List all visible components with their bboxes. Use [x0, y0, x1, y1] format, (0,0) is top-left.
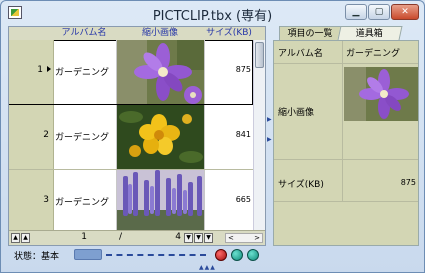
column-divider	[342, 41, 343, 201]
tab-toolbox-label: 道具箱	[356, 29, 384, 39]
next-page-button[interactable]: ▼	[184, 233, 193, 243]
yellow-hypericum-image	[117, 105, 204, 169]
detail-label-thumbnail: 縮小画像	[278, 108, 315, 118]
record-pager: ▲ ▲ 1 / 4 ▼ ▼ ▼ < >	[9, 230, 265, 245]
row-number-cell[interactable]: 3	[9, 170, 54, 234]
splitter-arrow-icon[interactable]: ▶	[267, 136, 272, 143]
row-number-cell[interactable]: 2	[9, 105, 54, 169]
scroll-right-icon[interactable]: >	[254, 234, 260, 242]
divider	[274, 201, 418, 202]
detail-label-album-name: アルバム名	[278, 49, 323, 59]
progress-dashes	[106, 254, 206, 256]
list-vertical-scrollbar[interactable]	[253, 40, 265, 230]
green-circle-icon[interactable]	[231, 249, 243, 261]
status-bar: 状態：基本	[8, 247, 419, 263]
current-page-field[interactable]: 1	[31, 232, 87, 242]
close-icon: ✕	[401, 7, 409, 17]
last-page-button[interactable]: ▼	[204, 233, 213, 243]
row-number-cell[interactable]: 1	[9, 40, 54, 104]
divider	[274, 63, 418, 64]
close-button[interactable]: ✕	[391, 4, 419, 20]
divider	[274, 159, 418, 160]
first-page-button[interactable]: ▲	[11, 233, 20, 243]
album-name-cell[interactable]: ガーデニング	[55, 195, 109, 208]
scrollbar-thumb[interactable]	[255, 42, 264, 68]
row-number: 1	[37, 65, 43, 75]
thumbnail-cell[interactable]	[116, 40, 205, 104]
size-cell[interactable]: 875	[205, 65, 251, 74]
row-number: 2	[43, 130, 49, 140]
splitter-arrow-icon[interactable]: ▶	[267, 116, 272, 123]
column-header-album-name[interactable]: アルバム名	[53, 27, 115, 40]
maximize-icon: ▢	[374, 7, 384, 17]
record-red-icon[interactable]	[215, 249, 227, 261]
minimize-icon: ▁	[352, 7, 360, 17]
detail-pane: 項目の一覧 道具箱 アルバム名 ガーデニング 縮小画像 サイズ(KB) 875	[273, 26, 419, 246]
column-header-size[interactable]: サイズ(KB)	[204, 27, 254, 40]
maximize-button[interactable]: ▢	[368, 4, 390, 20]
album-name-cell[interactable]: ガーデニング	[55, 65, 109, 78]
mode-indicator[interactable]	[74, 249, 102, 260]
current-record-arrow-icon	[47, 66, 51, 72]
previous-page-button[interactable]: ▲	[21, 233, 30, 243]
row-number: 3	[43, 195, 49, 205]
total-pages: 4	[175, 232, 181, 242]
column-header: アルバム名 縮小画像 サイズ(KB)	[9, 27, 265, 41]
tab-toolbox[interactable]: 道具箱	[337, 26, 403, 40]
app-window: PICTCLIP.tbx (専有) ▁ ▢ ✕ アルバム名 縮小画像 サイズ(K…	[0, 0, 425, 273]
table-row[interactable]: 3 ガーデニング 665	[9, 170, 253, 235]
scroll-left-icon[interactable]: <	[228, 234, 234, 242]
detail-thumbnail[interactable]	[344, 67, 418, 121]
resize-grip-icon[interactable]: ▲▲▲	[199, 264, 216, 271]
detail-value-size[interactable]: 875	[346, 178, 416, 187]
green-circle-icon[interactable]	[247, 249, 259, 261]
title-bar[interactable]: PICTCLIP.tbx (専有) ▁ ▢ ✕	[1, 1, 424, 25]
purple-clematis-image	[117, 40, 204, 104]
table-row[interactable]: 1 ガーデニング 875	[9, 40, 253, 105]
size-cell[interactable]: 841	[205, 130, 251, 139]
detail-label-size: サイズ(KB)	[278, 180, 324, 190]
thumbnail-cell[interactable]	[116, 170, 205, 234]
minimize-button[interactable]: ▁	[345, 4, 367, 20]
detail-panel: アルバム名 ガーデニング 縮小画像 サイズ(KB) 875	[273, 40, 419, 246]
list-horizontal-scrollbar[interactable]: < >	[225, 233, 263, 243]
size-cell[interactable]: 665	[205, 195, 251, 204]
record-list-pane: アルバム名 縮小画像 サイズ(KB) 1 ガーデニング 875 2 ガーデニング…	[8, 26, 266, 246]
table-row[interactable]: 2 ガーデニング 841	[9, 105, 253, 170]
thumbnail-cell[interactable]	[116, 105, 205, 169]
jump-down-button[interactable]: ▼	[194, 233, 203, 243]
album-name-cell[interactable]: ガーデニング	[55, 130, 109, 143]
purple-clematis-image	[344, 67, 418, 121]
detail-value-album-name[interactable]: ガーデニング	[346, 46, 400, 59]
lavender-veronica-image	[117, 170, 204, 234]
column-header-thumbnail[interactable]: 縮小画像	[116, 27, 204, 40]
tab-item-list[interactable]: 項目の一覧	[279, 26, 341, 40]
status-label: 状態：基本	[14, 252, 60, 262]
page-separator: /	[119, 232, 123, 242]
